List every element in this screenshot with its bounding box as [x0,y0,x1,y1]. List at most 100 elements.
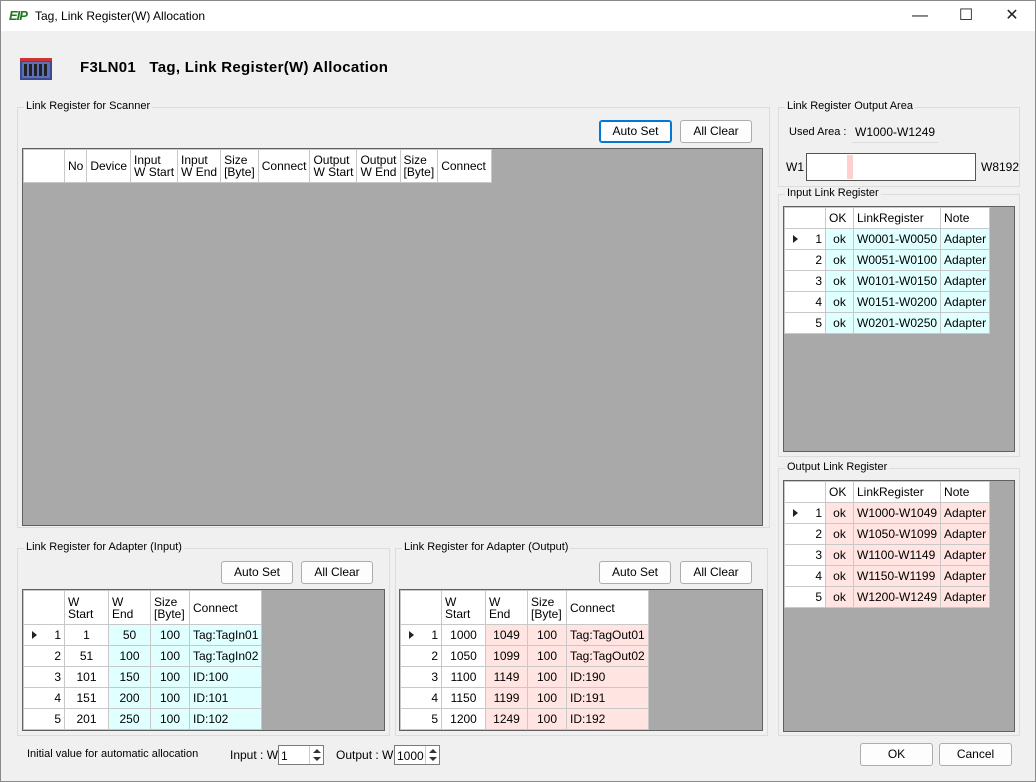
table-row[interactable]: 2 51 100 100 Tag:TagIn02 [23,645,263,667]
row-header[interactable]: 3 [400,666,442,688]
spin-up-icon[interactable] [313,749,321,753]
connect-cell[interactable]: ID:191 [566,687,649,709]
row-header[interactable]: 3 [784,270,826,292]
note-cell[interactable]: Adapter [940,291,991,313]
link-register-cell[interactable]: W0151-W0200 [852,291,942,313]
row-header[interactable]: 1 [784,228,826,250]
table-row[interactable]: 3 ok W0101-W0150 Adapter [784,270,991,292]
note-cell[interactable]: Adapter [940,523,991,545]
ok-cell[interactable]: ok [825,586,854,608]
w-end-cell[interactable]: 250 [108,708,151,730]
row-header[interactable]: 5 [23,708,65,730]
row-header[interactable]: 5 [784,586,826,608]
w-end-cell[interactable]: 1049 [485,624,528,646]
ok-cell[interactable]: ok [825,544,854,566]
link-register-cell[interactable]: W1150-W1199 [852,565,942,587]
scanner-col-header[interactable]: Device [86,149,132,183]
note-cell[interactable]: Adapter [940,270,991,292]
adapter-input-col-header[interactable]: W End [108,590,151,625]
scanner-col-header[interactable]: Connect [257,149,311,183]
row-header[interactable]: 3 [23,666,65,688]
spin-up-icon[interactable] [429,749,437,753]
w-end-cell[interactable]: 200 [108,687,151,709]
row-header[interactable]: 5 [784,312,826,334]
scanner-col-header[interactable]: Connect [437,149,493,183]
w-start-cell[interactable]: 1000 [441,624,486,646]
size-cell[interactable]: 100 [150,687,190,709]
adapter-output-col-header[interactable]: Connect [566,590,649,625]
adapter-output-grid[interactable]: W Start W End Size [Byte] Connect 1 1000 10… [399,589,763,731]
scanner-col-header[interactable]: Input W End [177,149,222,183]
close-icon[interactable]: ✕ [989,1,1035,31]
table-row[interactable]: 3 ok W1100-W1149 Adapter [784,544,991,566]
row-header[interactable]: 1 [23,624,65,646]
table-row[interactable]: 4 1150 1199 100 ID:191 [400,687,649,709]
w-start-cell[interactable]: 1050 [441,645,486,667]
ok-cell[interactable]: ok [825,291,854,313]
link-register-cell[interactable]: W1100-W1149 [852,544,942,566]
scanner-col-header[interactable]: Size [Byte] [399,149,439,183]
note-cell[interactable]: Adapter [940,565,991,587]
w-end-cell[interactable]: 1199 [485,687,528,709]
row-header[interactable]: 1 [400,624,442,646]
row-header[interactable]: 1 [784,502,826,524]
connect-cell[interactable]: ID:190 [566,666,649,688]
table-row[interactable]: 5 ok W1200-W1249 Adapter [784,586,991,608]
link-register-cell[interactable]: W1050-W1099 [852,523,942,545]
note-cell[interactable]: Adapter [940,249,991,271]
table-row[interactable]: 4 ok W1150-W1199 Adapter [784,565,991,587]
w-end-cell[interactable]: 1149 [485,666,528,688]
adapter-input-auto-set-button[interactable]: Auto Set [221,561,293,584]
w-start-cell[interactable]: 51 [64,645,109,667]
w-start-cell[interactable]: 201 [64,708,109,730]
row-header[interactable]: 2 [23,645,65,667]
note-cell[interactable]: Adapter [940,228,991,250]
scanner-col-header[interactable]: Output W Start [309,149,358,183]
adapter-output-col-header[interactable]: Size [Byte] [527,590,567,625]
row-header[interactable]: 2 [400,645,442,667]
scanner-col-header[interactable]: Size [Byte] [220,149,259,183]
row-header[interactable]: 4 [784,565,826,587]
output-link-col-header[interactable]: Note [940,481,991,503]
table-row[interactable]: 4 ok W0151-W0200 Adapter [784,291,991,313]
minimize-icon[interactable]: — [897,1,943,31]
input-link-grid[interactable]: OK LinkRegister Note 1 ok W0001-W0050 Ad… [783,206,1015,452]
maximize-icon[interactable]: ☐ [943,1,989,31]
link-register-cell[interactable]: W0201-W0250 [852,312,942,334]
connect-cell[interactable]: ID:101 [188,687,263,709]
ok-cell[interactable]: ok [825,523,854,545]
adapter-output-auto-set-button[interactable]: Auto Set [599,561,671,584]
size-cell[interactable]: 100 [150,645,190,667]
w-end-cell[interactable]: 150 [108,666,151,688]
row-header[interactable]: 4 [400,687,442,709]
table-row[interactable]: 3 101 150 100 ID:100 [23,666,263,688]
connect-cell[interactable]: Tag:TagIn02 [188,645,263,667]
ok-cell[interactable]: ok [825,249,854,271]
scanner-grid[interactable]: No Device Input W Start Input W End Size [B… [22,148,763,526]
table-row[interactable]: 1 ok W0001-W0050 Adapter [784,228,991,250]
w-end-cell[interactable]: 1249 [485,708,528,730]
size-cell[interactable]: 100 [527,666,567,688]
scanner-auto-set-button[interactable]: Auto Set [599,120,672,143]
table-row[interactable]: 2 ok W1050-W1099 Adapter [784,523,991,545]
size-cell[interactable]: 100 [527,624,567,646]
output-link-col-header[interactable]: OK [825,481,854,503]
scanner-col-header[interactable]: Input W Start [130,149,179,183]
scanner-all-clear-button[interactable]: All Clear [680,120,752,143]
connect-cell[interactable]: ID:102 [188,708,263,730]
ok-cell[interactable]: ok [825,565,854,587]
table-row[interactable]: 2 1050 1099 100 Tag:TagOut02 [400,645,649,667]
input-start-spin-buttons[interactable] [309,746,323,764]
input-link-col-header[interactable]: OK [825,207,854,229]
ok-cell[interactable]: ok [825,270,854,292]
row-header[interactable]: 5 [400,708,442,730]
adapter-input-col-header[interactable]: Size [Byte] [150,590,190,625]
connect-cell[interactable]: Tag:TagIn01 [188,624,263,646]
w-end-cell[interactable]: 1099 [485,645,528,667]
link-register-cell[interactable]: W1000-W1049 [852,502,942,524]
spin-down-icon[interactable] [429,757,437,761]
table-row[interactable]: 5 1200 1249 100 ID:192 [400,708,649,730]
cancel-button[interactable]: Cancel [939,743,1012,766]
adapter-output-col-header[interactable]: W Start [441,590,486,625]
input-link-col-header[interactable]: LinkRegister [852,207,942,229]
